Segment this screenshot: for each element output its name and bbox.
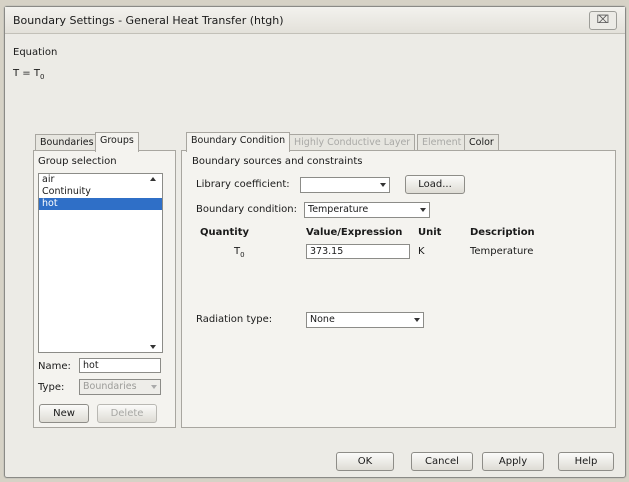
equation-lhs: T = T <box>13 68 40 79</box>
delete-button[interactable]: Delete <box>97 404 157 423</box>
chevron-down-icon <box>414 318 420 322</box>
equation-label: Equation <box>13 47 58 58</box>
radiation-type-label: Radiation type: <box>196 314 273 325</box>
close-button[interactable]: ⌧ <box>589 11 617 30</box>
header-description: Description <box>470 227 535 238</box>
boundary-condition-label: Boundary condition: <box>196 204 297 215</box>
name-label: Name: <box>38 361 71 372</box>
help-button[interactable]: Help <box>558 452 614 471</box>
equation-text: T = T0 <box>13 68 44 81</box>
scroll-down-icon[interactable] <box>150 345 156 349</box>
window-title: Boundary Settings - General Heat Transfe… <box>13 14 284 27</box>
list-item-hot[interactable]: hot <box>39 198 162 210</box>
radiation-type-select[interactable]: None <box>306 312 424 328</box>
type-select[interactable]: Boundaries <box>79 379 161 395</box>
ok-button[interactable]: OK <box>336 452 394 471</box>
boundary-condition-panel: Boundary sources and constraints Library… <box>181 150 616 428</box>
list-item-air[interactable]: air <box>39 174 162 186</box>
type-label: Type: <box>38 382 65 393</box>
new-button[interactable]: New <box>39 404 89 423</box>
header-value: Value/Expression <box>306 227 403 238</box>
tab-groups[interactable]: Groups <box>95 132 139 152</box>
temperature-value-field[interactable]: 373.15 <box>306 244 410 259</box>
group-list[interactable]: air Continuity hot <box>38 173 163 353</box>
boundary-condition-select[interactable]: Temperature <box>304 202 430 218</box>
header-unit: Unit <box>418 227 442 238</box>
boundary-condition-value: Temperature <box>308 204 369 215</box>
header-quantity: Quantity <box>200 227 249 238</box>
list-item-continuity[interactable]: Continuity <box>39 186 162 198</box>
chevron-down-icon <box>380 183 386 187</box>
load-button[interactable]: Load... <box>405 175 465 194</box>
title-bar[interactable]: Boundary Settings - General Heat Transfe… <box>5 7 625 34</box>
unit-k: K <box>418 246 425 257</box>
library-coefficient-label: Library coefficient: <box>196 179 290 190</box>
quantity-t0: T0 <box>234 246 245 259</box>
apply-button[interactable]: Apply <box>482 452 544 471</box>
groups-panel: Group selection air Continuity hot Name:… <box>33 150 176 428</box>
description-temperature: Temperature <box>470 246 534 257</box>
quantity-subscript: 0 <box>240 251 245 259</box>
group-selection-label: Group selection <box>38 156 117 167</box>
scroll-up-icon[interactable] <box>150 177 156 181</box>
close-icon: ⌧ <box>596 13 610 26</box>
radiation-type-value: None <box>310 314 335 325</box>
section-label: Boundary sources and constraints <box>192 156 363 167</box>
cancel-button[interactable]: Cancel <box>411 452 473 471</box>
chevron-down-icon <box>151 385 157 389</box>
library-coefficient-select[interactable] <box>300 177 390 193</box>
tab-boundary-condition[interactable]: Boundary Condition <box>186 132 291 152</box>
equation-subscript: 0 <box>39 73 45 81</box>
name-field[interactable]: hot <box>79 358 161 373</box>
boundary-settings-dialog: Boundary Settings - General Heat Transfe… <box>4 6 626 478</box>
chevron-down-icon <box>420 208 426 212</box>
type-value: Boundaries <box>83 381 137 392</box>
